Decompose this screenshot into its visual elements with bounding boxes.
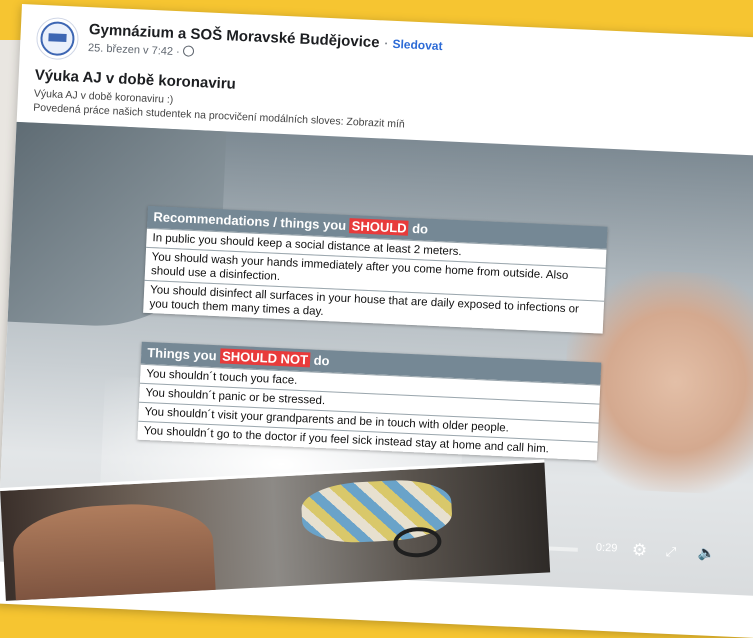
hand-image-region [11, 499, 216, 601]
post-timestamp[interactable]: 25. březen v 7:42 · [87, 41, 195, 59]
school-logo-icon [39, 20, 76, 57]
video-time: 0:29 [595, 541, 618, 555]
header-text: Things you [146, 345, 221, 364]
should-table: Recommendations / things you SHOULD do I… [143, 205, 608, 334]
timestamp-text: 25. březen v 7:42 · [87, 42, 180, 59]
follow-button[interactable]: Sledovat [392, 37, 443, 53]
header-highlight: SHOULD NOT [219, 348, 311, 368]
volume-icon[interactable]: 🔈 [697, 544, 715, 562]
page-avatar[interactable] [35, 16, 80, 61]
gear-icon[interactable]: ⚙ [631, 540, 647, 561]
header-text-end: do [309, 352, 330, 369]
globe-icon [182, 45, 195, 57]
header-text-end: do [408, 220, 429, 237]
should-not-table: Things you SHOULD NOT do You shouldn´t t… [137, 341, 602, 461]
scissors-region [392, 525, 443, 559]
fullscreen-icon[interactable]: ⤢ [665, 544, 676, 560]
header-highlight: SHOULD [349, 218, 409, 236]
name-separator: · [383, 34, 389, 52]
